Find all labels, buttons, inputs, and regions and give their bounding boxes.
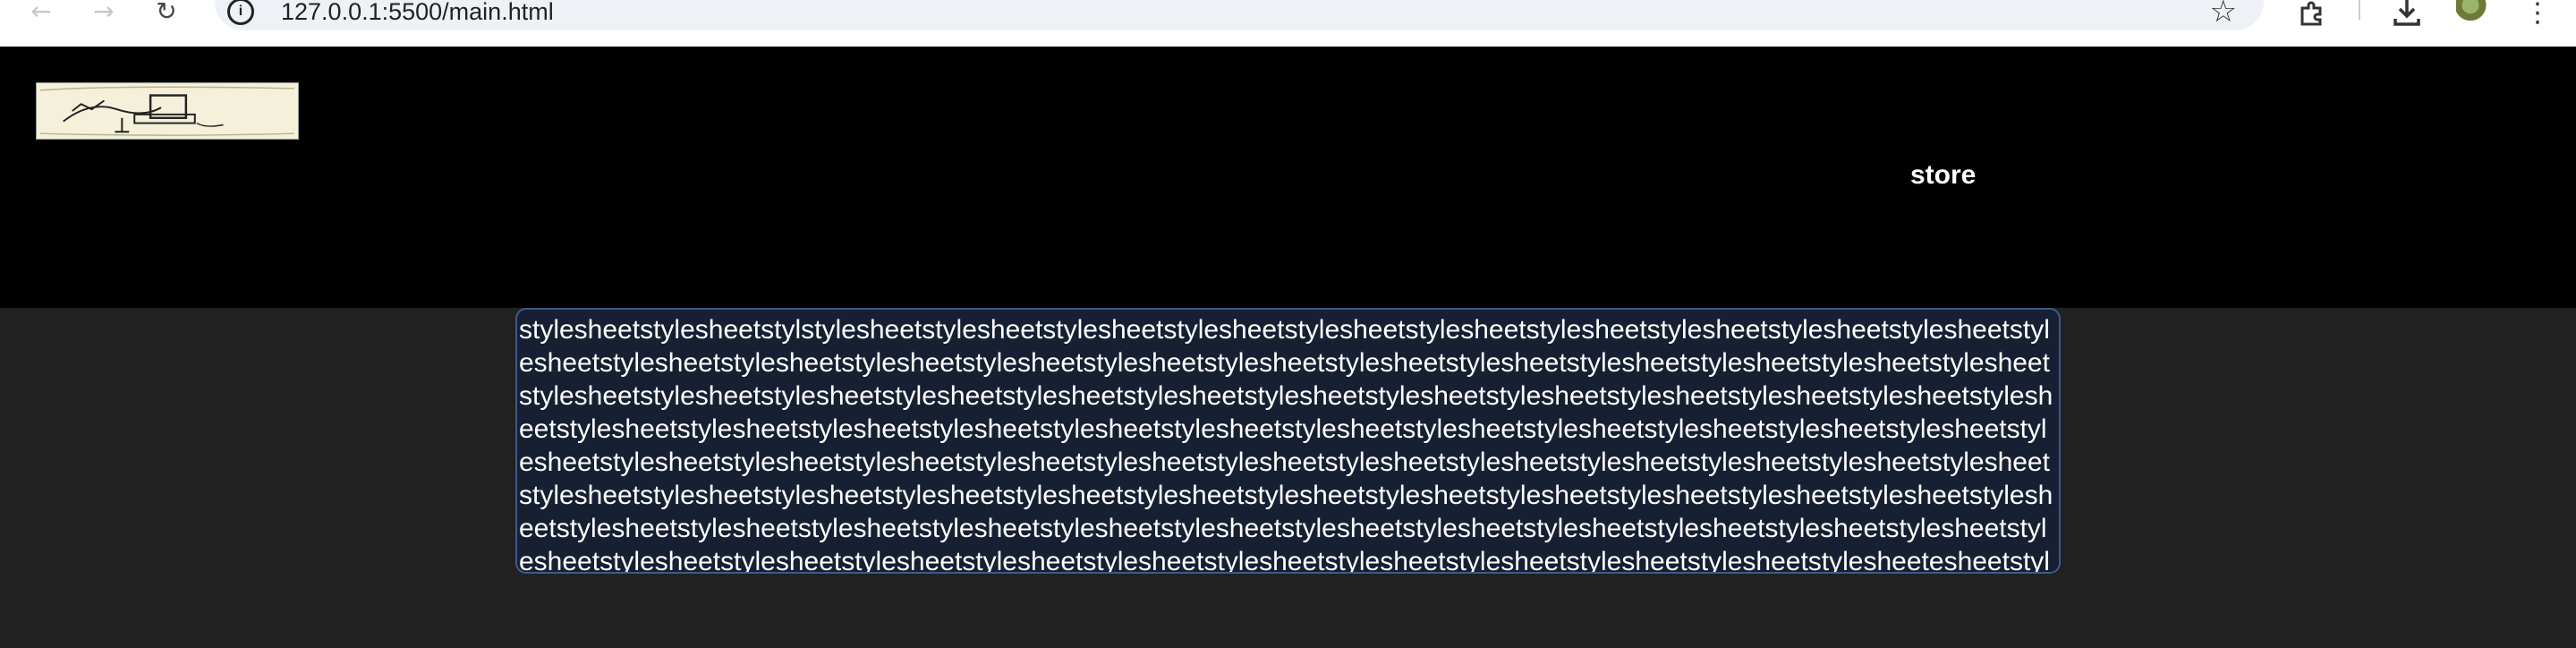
star-icon[interactable]: ☆ <box>2210 0 2237 27</box>
address-bar[interactable]: i 127.0.0.1:5500/main.html ☆ <box>215 0 2264 30</box>
back-arrow-icon[interactable]: ← <box>21 0 61 30</box>
avatar[interactable] <box>2456 0 2492 23</box>
puzzle-icon[interactable] <box>2292 0 2332 32</box>
info-icon[interactable]: i <box>227 0 254 25</box>
download-icon[interactable] <box>2387 0 2427 32</box>
forward-arrow-icon[interactable]: → <box>84 0 123 30</box>
toolbar-divider <box>2359 0 2360 20</box>
browser-toolbar: ← → ↻ i 127.0.0.1:5500/main.html ☆ ⋮ <box>0 0 2576 47</box>
site-header: store <box>0 47 2576 308</box>
reload-icon[interactable]: ↻ <box>147 0 186 30</box>
site-logo[interactable] <box>36 82 299 140</box>
main-content: stylesheetstylesheetstylstylesheetstyles… <box>0 308 2576 648</box>
nav-link-store[interactable]: store <box>1910 159 1976 192</box>
kebab-menu-icon[interactable]: ⋮ <box>2518 0 2557 32</box>
url-text[interactable]: 127.0.0.1:5500/main.html <box>281 0 554 25</box>
text-content-box: stylesheetstylesheetstylstylesheetstyles… <box>515 308 2061 574</box>
